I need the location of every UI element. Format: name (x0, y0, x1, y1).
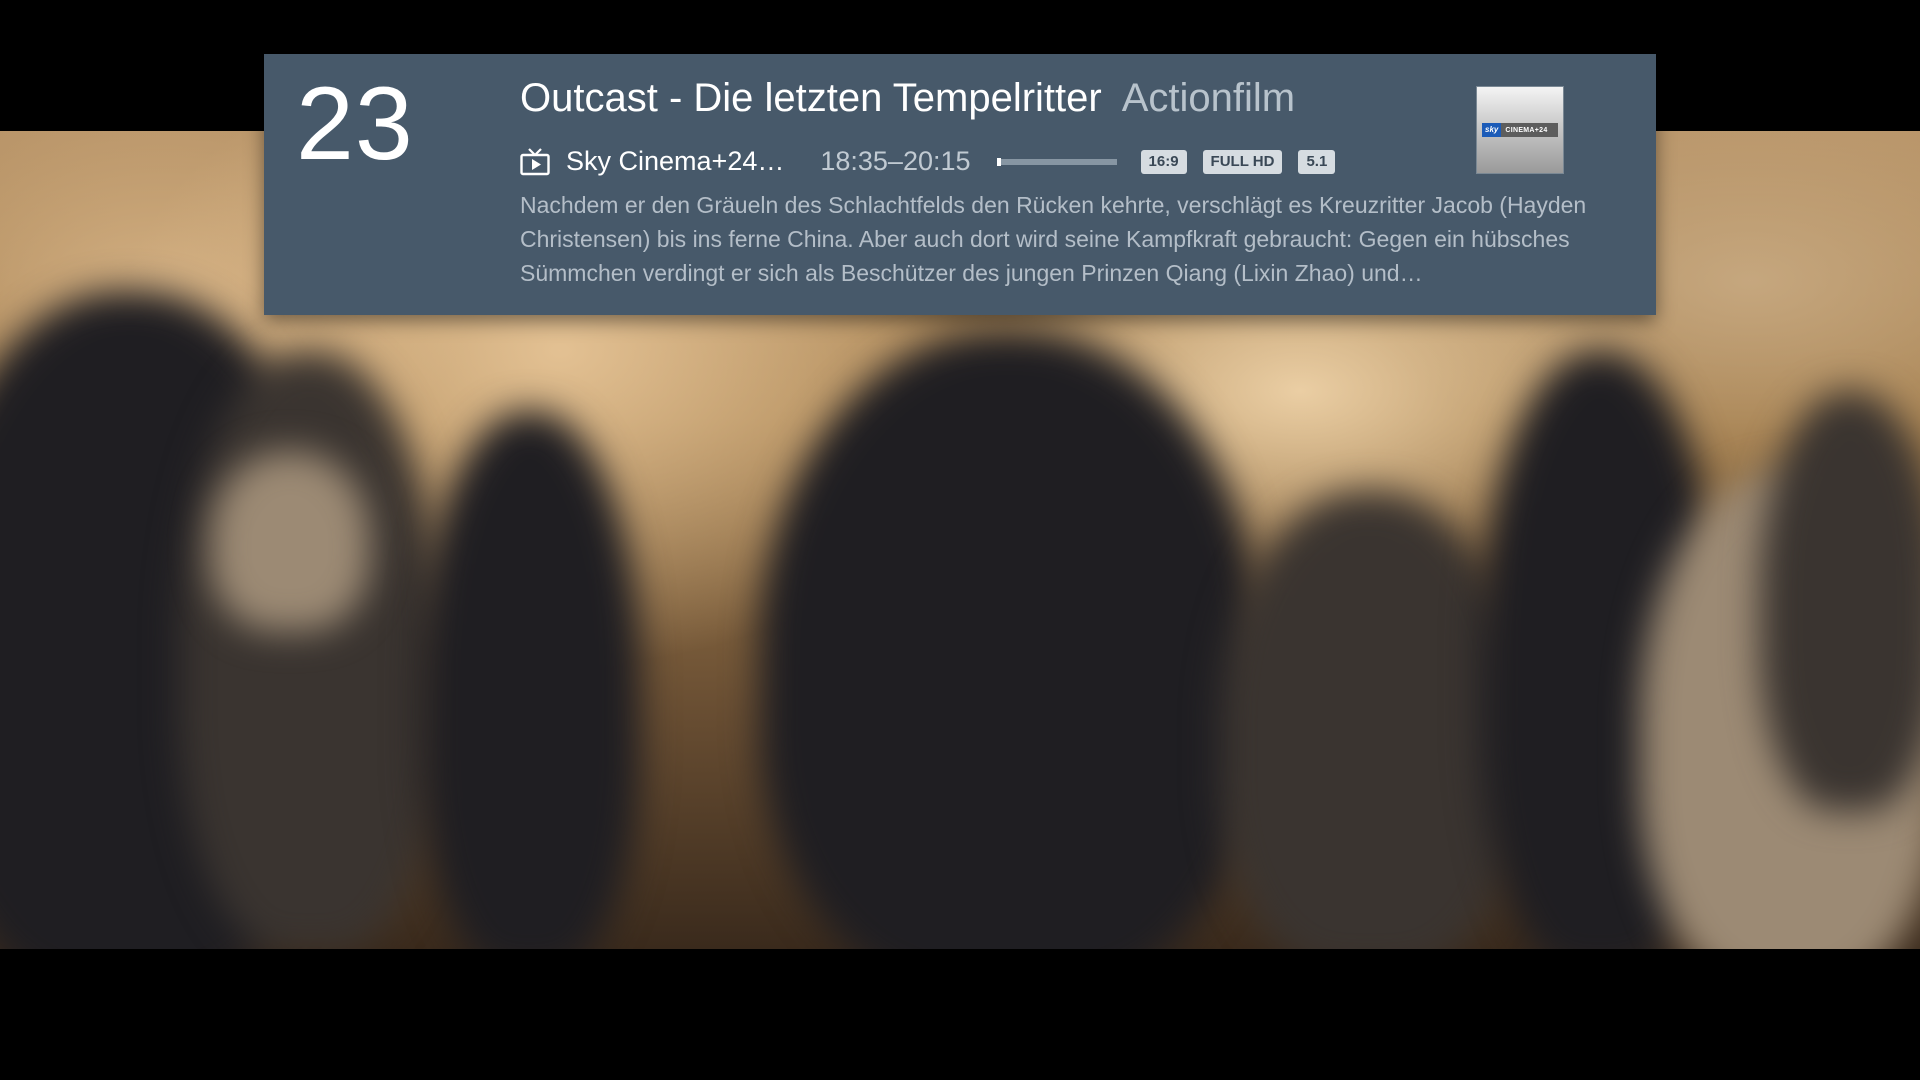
program-genre: Actionfilm (1121, 76, 1296, 120)
title-row: Outcast - Die letzten Tempelritter Actio… (520, 76, 1295, 121)
badge-aspect-ratio: 16:9 (1140, 149, 1187, 174)
channel-logo-mark: sky CINEMA+24 (1482, 123, 1558, 137)
program-meta-row: Sky Cinema+24… 18:35–20:15 16:9 FULL HD … (520, 146, 1351, 177)
channel-logo: sky CINEMA+24 (1476, 86, 1564, 174)
program-progress-bar (996, 157, 1117, 166)
tv-screen: 23 Outcast - Die letzten Tempelritter Ac… (0, 0, 1920, 1080)
program-title: Outcast - Die letzten Tempelritter (520, 76, 1102, 120)
time-range: 18:35–20:15 (820, 146, 971, 176)
program-description: Nachdem er den Gräueln des Schlachtfelds… (520, 192, 1587, 286)
tv-play-icon (520, 147, 550, 175)
channel-number: 23 (296, 66, 414, 182)
channel-name: Sky Cinema+24… (566, 146, 785, 176)
badge-audio: 5.1 (1298, 149, 1336, 174)
badge-resolution: FULL HD (1202, 149, 1283, 174)
program-info-banner: 23 Outcast - Die letzten Tempelritter Ac… (264, 54, 1656, 315)
channel-logo-brand: sky (1482, 123, 1502, 137)
program-progress-fill (996, 157, 1002, 166)
channel-logo-name: CINEMA+24 (1505, 126, 1548, 134)
